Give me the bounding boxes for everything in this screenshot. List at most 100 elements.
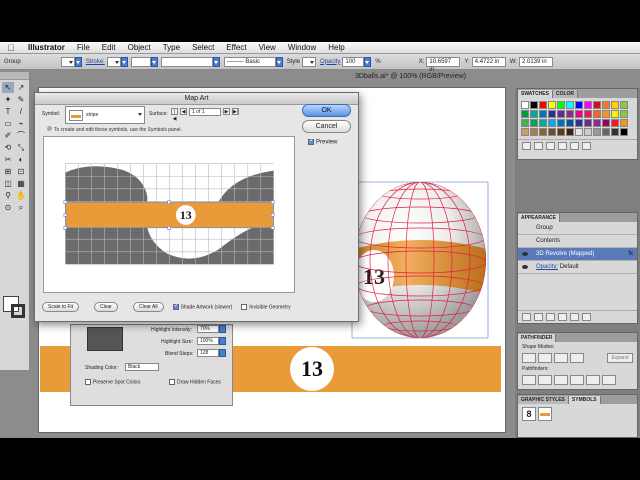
first-surface-button[interactable]: |◀ (171, 108, 178, 122)
swatch[interactable] (530, 128, 538, 136)
swatch[interactable] (593, 101, 601, 109)
swatch[interactable] (521, 128, 529, 136)
swatch[interactable] (584, 128, 592, 136)
highlight-intensity-arrow[interactable] (219, 325, 226, 333)
stroke-weight-field[interactable] (130, 56, 151, 67)
symbol-stripe[interactable] (538, 407, 552, 421)
tool-16[interactable]: ◫ (2, 178, 14, 189)
cancel-button[interactable]: Cancel (302, 120, 351, 133)
surface-field[interactable]: 1 of 1 (189, 108, 221, 116)
next-surface-button[interactable]: ▶ (223, 108, 230, 115)
clear-all-button[interactable]: Clear All (132, 302, 164, 312)
minus-back-icon[interactable] (602, 375, 616, 385)
brush-field[interactable]: ──── Basic (223, 56, 276, 67)
tab-pathfinder[interactable]: PATHFINDER (518, 334, 557, 342)
highlight-intensity-field[interactable]: 70% (197, 325, 219, 333)
tab-appearance[interactable]: APPEARANCE (518, 214, 561, 222)
swatch[interactable] (602, 101, 610, 109)
tool-17[interactable]: ▦ (15, 178, 27, 189)
opacity-label[interactable]: Opacity (320, 59, 340, 65)
new-swatch-icon[interactable] (570, 142, 579, 150)
swatch[interactable] (575, 101, 583, 109)
swatch[interactable] (575, 110, 583, 118)
show-kinds-icon[interactable] (534, 142, 543, 150)
swatch[interactable] (593, 119, 601, 127)
intersect-icon[interactable] (554, 353, 568, 363)
tool-19[interactable]: ✋ (15, 190, 27, 201)
swatch-libraries-icon[interactable] (522, 142, 531, 150)
outline-icon[interactable] (586, 375, 600, 385)
duplicate-item-icon[interactable] (570, 313, 579, 321)
swatch[interactable] (584, 119, 592, 127)
fill-arrow[interactable] (74, 56, 82, 67)
trash-icon[interactable] (582, 313, 591, 321)
swatch[interactable] (620, 101, 628, 109)
swatch[interactable] (602, 128, 610, 136)
swatch[interactable] (575, 119, 583, 127)
swatch[interactable] (521, 110, 529, 118)
appearance-group[interactable]: Group (518, 222, 637, 235)
eye-icon[interactable] (522, 252, 528, 256)
3d-ball-preview[interactable]: 13 (350, 180, 490, 340)
swatch[interactable] (611, 128, 619, 136)
swatch[interactable] (557, 101, 565, 109)
shade-artwork-option[interactable]: Shade Artwork (slower) (172, 302, 232, 310)
shade-artwork-checkbox[interactable] (172, 302, 179, 310)
variable-width-field[interactable] (160, 56, 213, 67)
ok-button[interactable]: OK (302, 104, 351, 117)
tab-graphic-styles[interactable]: GRAPHIC STYLES (518, 396, 569, 404)
light-sphere[interactable] (87, 327, 123, 351)
swatch[interactable] (548, 110, 556, 118)
appearance-contents[interactable]: Contents (518, 235, 637, 248)
swatch[interactable] (593, 110, 601, 118)
add-stroke-icon[interactable] (522, 313, 531, 321)
fill-stroke-widget[interactable] (3, 296, 27, 320)
swatch[interactable] (548, 128, 556, 136)
stroke-dropdown[interactable] (106, 56, 121, 67)
menu-illustrator[interactable]: Illustrator (22, 43, 71, 52)
swatch[interactable] (584, 101, 592, 109)
stroke-swatch[interactable] (11, 304, 25, 318)
scale-to-fit-button[interactable]: Scale to Fit (42, 302, 80, 312)
brush-arrow[interactable] (275, 56, 283, 67)
draw-hidden-faces[interactable]: Draw Hidden Faces (169, 379, 221, 385)
appearance-effect-row[interactable]: 3D Revolve (Mapped) fx (518, 248, 637, 261)
tool-18[interactable]: ⚲ (2, 190, 14, 201)
fx-icon[interactable]: fx (628, 248, 633, 261)
swatch[interactable] (557, 119, 565, 127)
swatch[interactable] (611, 119, 619, 127)
swatch[interactable] (575, 128, 583, 136)
menu-window[interactable]: Window (282, 43, 322, 52)
unite-icon[interactable] (522, 353, 536, 363)
swatch-options-icon[interactable] (546, 142, 555, 150)
swatch[interactable] (566, 119, 574, 127)
swatch[interactable] (548, 101, 556, 109)
stroke-label[interactable]: Stroke: (86, 59, 105, 65)
swatch[interactable] (557, 128, 565, 136)
swatch[interactable] (539, 101, 547, 109)
tool-8[interactable]: ✐ (2, 130, 14, 141)
swatch[interactable] (602, 110, 610, 118)
x-field[interactable]: 10.6597 in (426, 56, 461, 73)
swatch[interactable] (620, 128, 628, 136)
invisible-geometry-option[interactable]: Invisible Geometry (241, 303, 291, 310)
map-art-preview[interactable]: 13 (43, 136, 295, 293)
tool-3[interactable]: ✎ (15, 94, 27, 105)
shading-color-select[interactable]: Black (125, 363, 159, 371)
tool-0[interactable]: ↖ (2, 82, 14, 93)
new-color-group-icon[interactable] (558, 142, 567, 150)
appearance-opacity-row[interactable]: Opacity: Default (518, 261, 637, 274)
tool-13[interactable]: ◐ (15, 154, 27, 165)
menu-file[interactable]: File (71, 43, 96, 52)
menu-object[interactable]: Object (122, 43, 157, 52)
tools-panel-header[interactable] (0, 72, 29, 80)
last-surface-button[interactable]: ▶| (232, 108, 239, 115)
stroke-arrow[interactable] (120, 56, 128, 67)
tool-14[interactable]: ⊞ (2, 166, 14, 177)
tool-15[interactable]: ⊡ (15, 166, 27, 177)
swatch[interactable] (620, 119, 628, 127)
menu-help[interactable]: Help (322, 43, 350, 52)
tool-11[interactable]: ⤡ (15, 142, 27, 153)
crop-icon[interactable] (570, 375, 584, 385)
tool-21[interactable]: ⌕ (15, 202, 27, 213)
